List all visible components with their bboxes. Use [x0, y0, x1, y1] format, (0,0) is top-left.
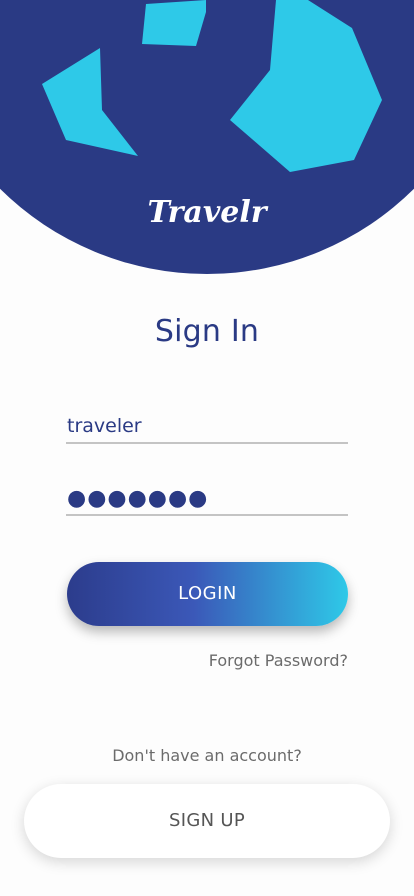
- username-field[interactable]: traveler: [66, 404, 348, 444]
- username-value: traveler: [67, 415, 142, 437]
- signin-screen: Travelr Sign In traveler ●●●●●●● LOGIN F…: [0, 0, 414, 896]
- page-title: Sign In: [154, 314, 260, 349]
- forgot-password-link[interactable]: Forgot Password?: [209, 651, 348, 670]
- continent-top: [142, 0, 206, 46]
- password-value: ●●●●●●●: [67, 486, 209, 511]
- globe-illustration: Travelr: [0, 0, 414, 274]
- no-account-text: Don't have an account?: [112, 746, 302, 765]
- signup-button[interactable]: SIGN UP: [24, 784, 390, 858]
- login-button[interactable]: LOGIN: [67, 562, 348, 626]
- app-logo: Travelr: [147, 195, 268, 230]
- globe-header: Travelr: [0, 0, 414, 290]
- password-field[interactable]: ●●●●●●●: [66, 476, 348, 516]
